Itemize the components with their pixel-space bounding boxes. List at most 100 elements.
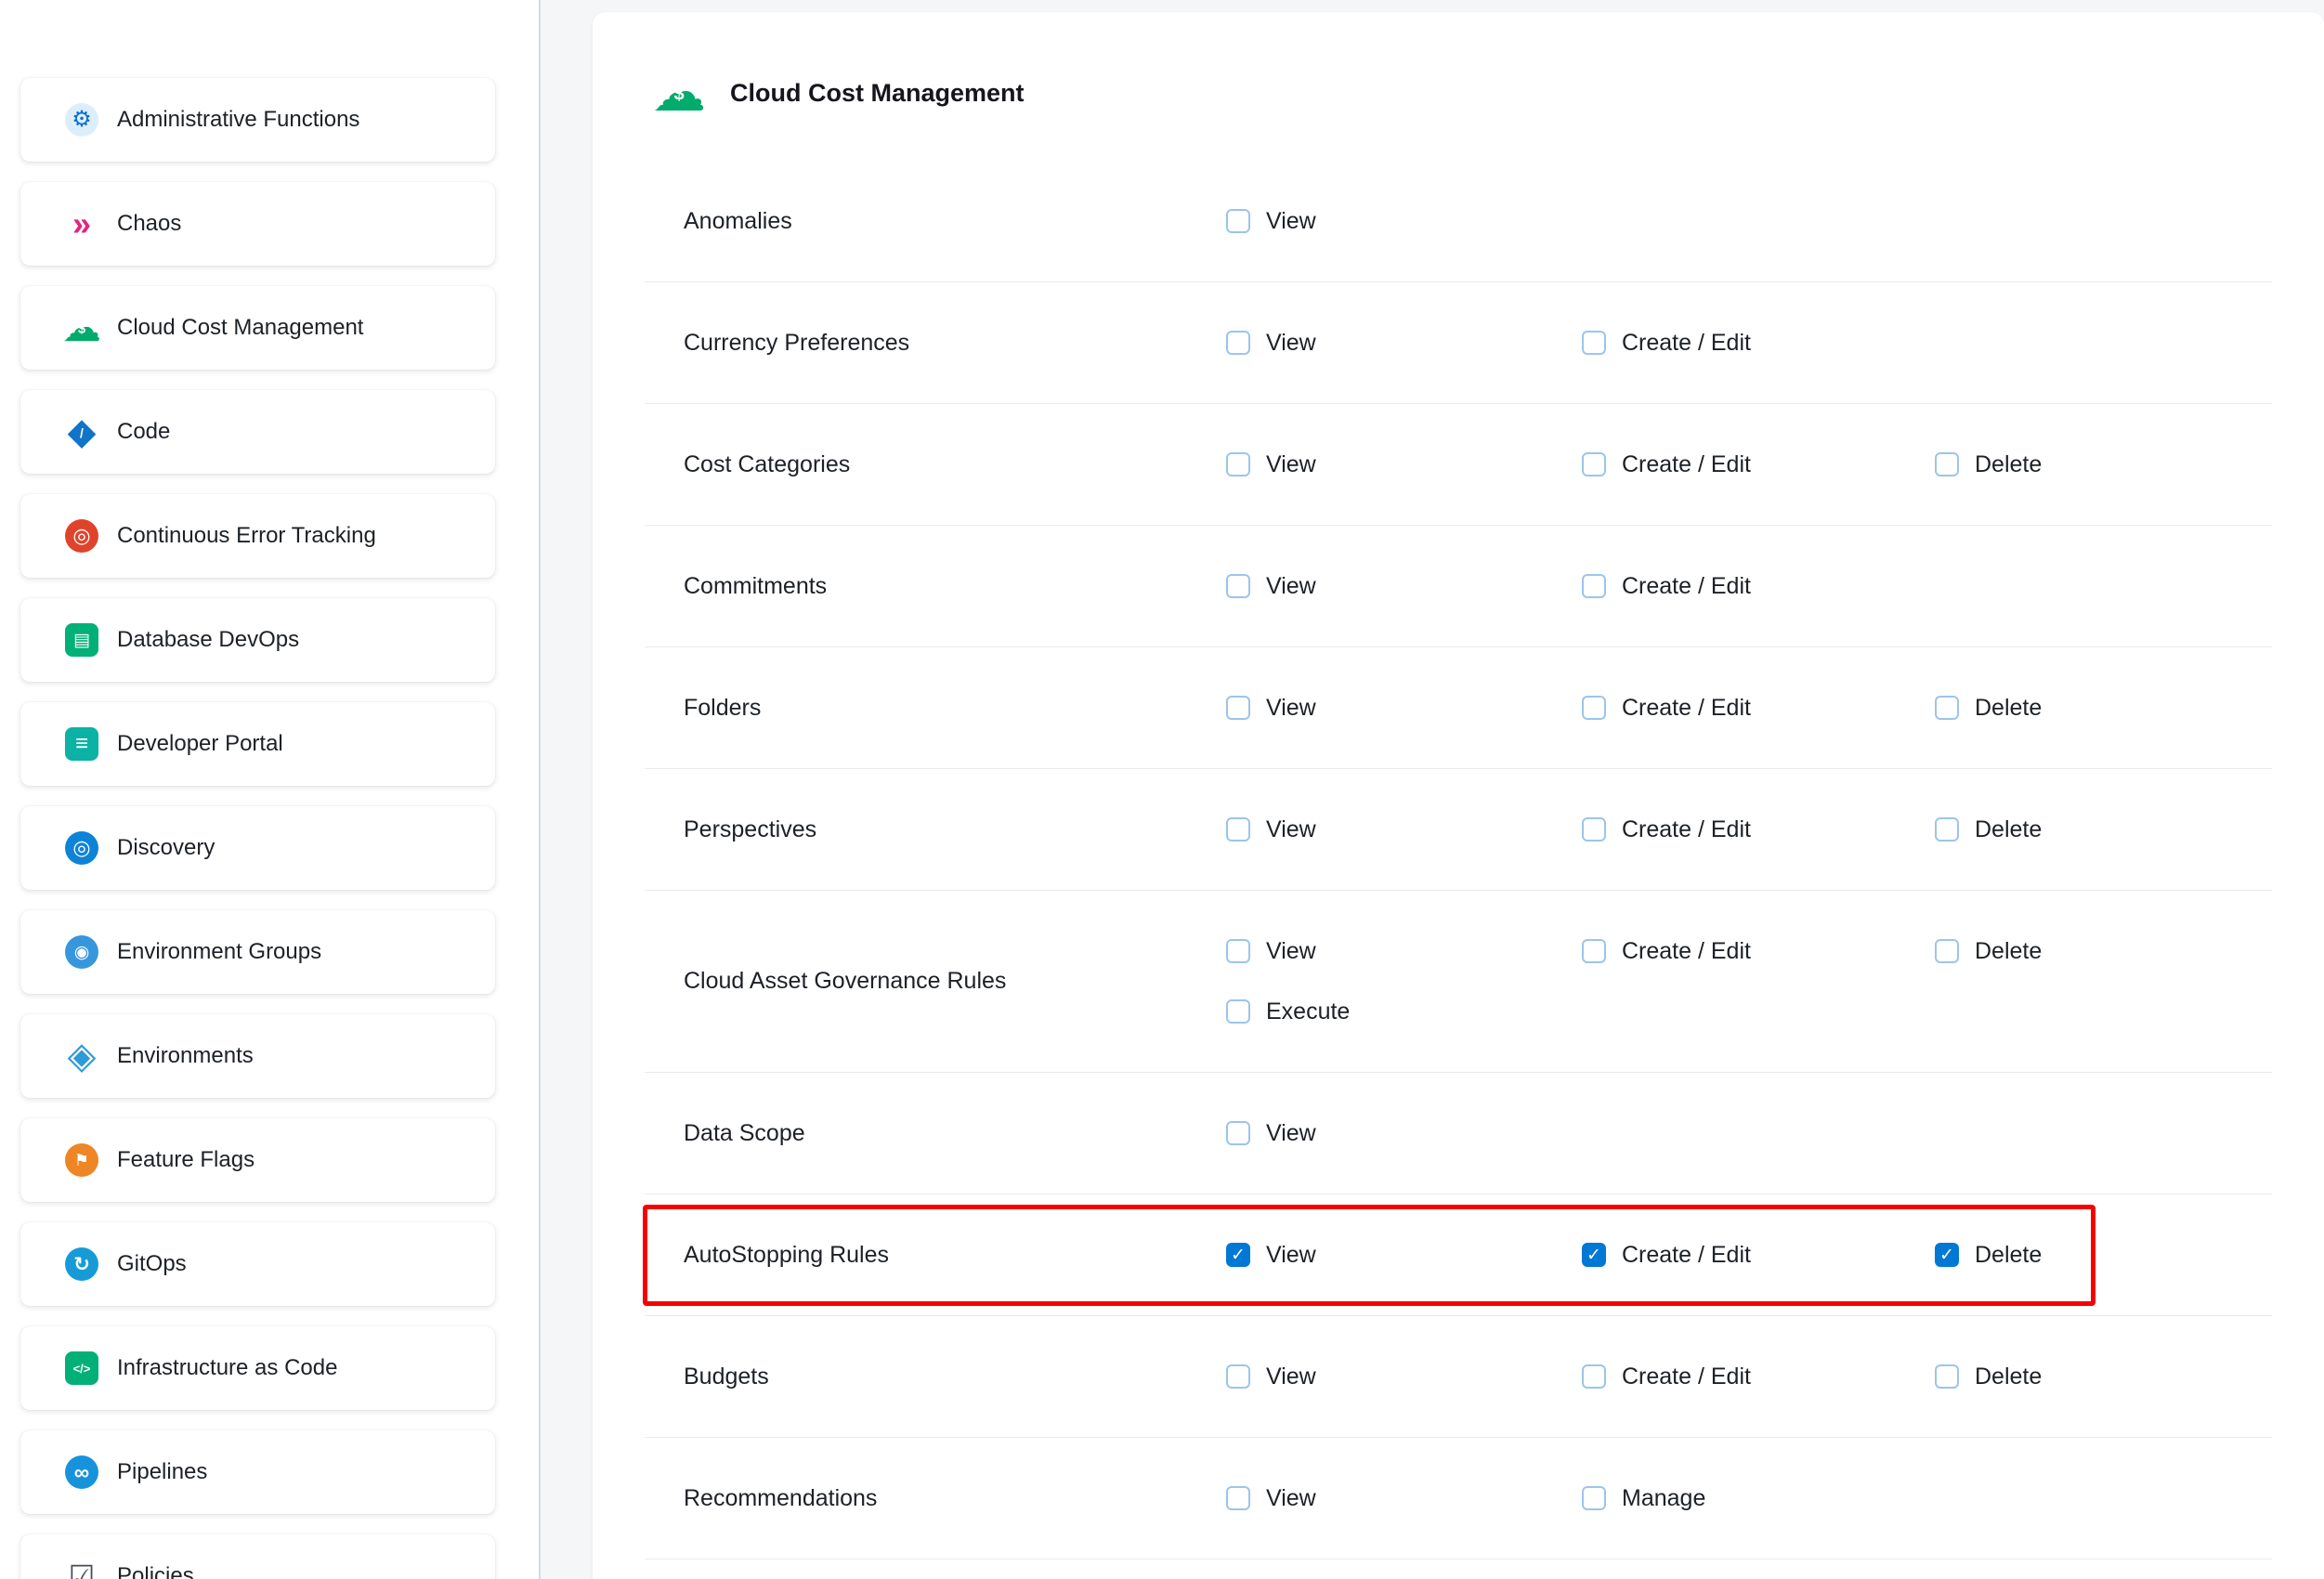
checkbox-cloud-asset-governance-rules-execute[interactable] <box>1226 999 1250 1024</box>
sidebar-item-label: Continuous Error Tracking <box>117 523 376 549</box>
checkbox-perspectives-create-edit[interactable] <box>1582 817 1606 842</box>
checkbox-cloud-asset-governance-rules-create-edit[interactable] <box>1582 939 1606 963</box>
checkbox-label: Create / Edit <box>1622 1242 1751 1269</box>
sidebar-item-discovery[interactable]: ◎Discovery <box>20 806 495 890</box>
row-label: Budgets <box>684 1364 1226 1390</box>
checkbox-autostopping-rules-delete[interactable]: ✓ <box>1935 1243 1959 1267</box>
permission-row-currency-preferences: Currency PreferencesViewCreate / Edit <box>645 282 2272 404</box>
sidebar-item-label: Developer Portal <box>117 731 283 757</box>
checkbox-currency-preferences-create-edit[interactable] <box>1582 331 1606 355</box>
sidebar-item-label: Environments <box>117 1043 254 1069</box>
policy-check-icon: ☑ <box>65 1559 98 1579</box>
permissions-panel: ☁$ Cloud Cost Management AnomaliesViewCu… <box>593 12 2324 1579</box>
permission-row-cloud-asset-governance-rules: Cloud Asset Governance RulesViewCreate /… <box>645 891 2272 1073</box>
iac-code-icon: </> <box>65 1351 98 1385</box>
checkbox-cost-categories-view[interactable] <box>1226 452 1250 476</box>
checkbox-label: View <box>1266 1485 1316 1512</box>
vertical-divider <box>539 0 541 1579</box>
sidebar-item-gitops[interactable]: ↻GitOps <box>20 1222 495 1306</box>
sidebar-item-policies[interactable]: ☑ Policies <box>20 1534 495 1579</box>
gitops-icon: ↻ <box>65 1247 98 1281</box>
checkbox-label: Execute <box>1266 998 1350 1025</box>
permission-row-data-scope: Data Scope View <box>645 1073 2272 1194</box>
row-label: Cost Categories <box>684 451 1226 478</box>
checkbox-label: Create / Edit <box>1622 1364 1751 1390</box>
checkbox-cloud-asset-governance-rules-delete[interactable] <box>1935 939 1959 963</box>
sidebar-item-label: Policies <box>117 1563 194 1579</box>
sidebar-item-developer-portal[interactable]: ≡ Developer Portal <box>20 702 495 786</box>
sidebar-item-label: Database DevOps <box>117 627 299 653</box>
checkbox-folders-create-edit[interactable] <box>1582 696 1606 720</box>
checkbox-label: View <box>1266 695 1316 722</box>
checkbox-cost-categories-create-edit[interactable] <box>1582 452 1606 476</box>
checkbox-folders-delete[interactable] <box>1935 696 1959 720</box>
permission-row-cost-categories: Cost CategoriesViewCreate / EditDelete <box>645 404 2272 526</box>
checkbox-label: View <box>1266 938 1316 965</box>
permission-row-budgets: BudgetsViewCreate / EditDelete <box>645 1316 2272 1438</box>
permission-row-recommendations: RecommendationsViewManage <box>645 1438 2272 1559</box>
chaos-arrows-icon: » <box>65 207 98 241</box>
checkbox-label: View <box>1266 1364 1316 1390</box>
checkbox-budgets-view[interactable] <box>1226 1364 1250 1389</box>
sidebar-item-code[interactable]: ◆/Code <box>20 390 495 474</box>
checkbox-commitments-create-edit[interactable] <box>1582 574 1606 598</box>
row-label: Folders <box>684 695 1226 722</box>
sidebar-item-label: Pipelines <box>117 1459 207 1485</box>
checkbox-label: Create / Edit <box>1622 330 1751 357</box>
checkbox-recommendations-view[interactable] <box>1226 1486 1250 1510</box>
checkbox-cloud-asset-governance-rules-view[interactable] <box>1226 939 1250 963</box>
checkbox-label: Create / Edit <box>1622 573 1751 600</box>
sidebar-item-cloud-cost-management[interactable]: ☁$Cloud Cost Management <box>20 286 495 370</box>
checkbox-cost-categories-delete[interactable] <box>1935 452 1959 476</box>
checkbox-label: View <box>1266 573 1316 600</box>
checkbox-budgets-create-edit[interactable] <box>1582 1364 1606 1389</box>
environments-diamond-icon: ◈ <box>65 1039 98 1073</box>
panel-header: ☁$ Cloud Cost Management <box>652 66 1025 120</box>
checkbox-recommendations-manage[interactable] <box>1582 1486 1606 1510</box>
permissions-table: AnomaliesViewCurrency PreferencesViewCre… <box>645 161 2272 1559</box>
sidebar-item-continuous-error-tracking[interactable]: ◎Continuous Error Tracking <box>20 494 495 578</box>
checkbox-label: View <box>1266 1120 1316 1147</box>
checkbox-label: View <box>1266 816 1316 843</box>
sidebar-item-infrastructure-as-code[interactable]: </>Infrastructure as Code <box>20 1326 495 1410</box>
permission-row-folders: FoldersViewCreate / EditDelete <box>645 647 2272 769</box>
checkbox-perspectives-view[interactable] <box>1226 817 1250 842</box>
database-icon: ▤ <box>65 623 98 657</box>
row-label: Anomalies <box>684 208 1226 235</box>
checkbox-currency-preferences-view[interactable] <box>1226 331 1250 355</box>
row-label: Commitments <box>684 573 1226 600</box>
checkbox-data-scope-view[interactable] <box>1226 1121 1250 1145</box>
sidebar-item-environments[interactable]: ◈ Environments <box>20 1014 495 1098</box>
checkbox-label: View <box>1266 330 1316 357</box>
sidebar-item-administrative-functions[interactable]: ⚙Administrative Functions <box>20 78 495 162</box>
sidebar-item-environment-groups[interactable]: ◉ Environment Groups <box>20 910 495 994</box>
checkbox-anomalies-view[interactable] <box>1226 209 1250 233</box>
checkbox-label: Manage <box>1622 1485 1705 1512</box>
sidebar-item-chaos[interactable]: » Chaos <box>20 182 495 266</box>
checkbox-label: Create / Edit <box>1622 816 1751 843</box>
checkbox-commitments-view[interactable] <box>1226 574 1250 598</box>
module-sidebar: ⚙Administrative Functions » Chaos ☁$Cloud C… <box>0 0 539 1579</box>
sidebar-item-database-devops[interactable]: ▤ Database DevOps <box>20 598 495 682</box>
checkbox-autostopping-rules-view[interactable]: ✓ <box>1226 1243 1250 1267</box>
checkbox-label: Delete <box>1975 816 2042 843</box>
checkbox-budgets-delete[interactable] <box>1935 1364 1959 1389</box>
sidebar-item-label: Environment Groups <box>117 939 321 965</box>
checkbox-folders-view[interactable] <box>1226 696 1250 720</box>
cloud-dollar-icon: ☁$ <box>652 66 706 120</box>
sidebar-item-pipelines[interactable]: ∞Pipelines <box>20 1430 495 1514</box>
checkbox-perspectives-delete[interactable] <box>1935 817 1959 842</box>
sidebar-item-label: Cloud Cost Management <box>117 315 363 341</box>
sidebar-item-feature-flags[interactable]: ⚑Feature Flags <box>20 1118 495 1202</box>
row-label: Data Scope <box>684 1120 1226 1147</box>
group-icon: ◉ <box>65 935 98 969</box>
sidebar-item-label: Chaos <box>117 211 181 237</box>
title-icon-slot: ☁$ <box>652 66 706 120</box>
checkbox-label: Create / Edit <box>1622 451 1751 478</box>
permission-row-autostopping-rules: AutoStopping Rules✓View✓Create / Edit✓De… <box>645 1194 2272 1316</box>
gear-icon: ⚙ <box>65 103 98 137</box>
checkbox-autostopping-rules-create-edit[interactable]: ✓ <box>1582 1243 1606 1267</box>
sliders-icon: ≡ <box>65 727 98 761</box>
row-label: Cloud Asset Governance Rules <box>684 968 1226 995</box>
checkbox-label: Create / Edit <box>1622 695 1751 722</box>
